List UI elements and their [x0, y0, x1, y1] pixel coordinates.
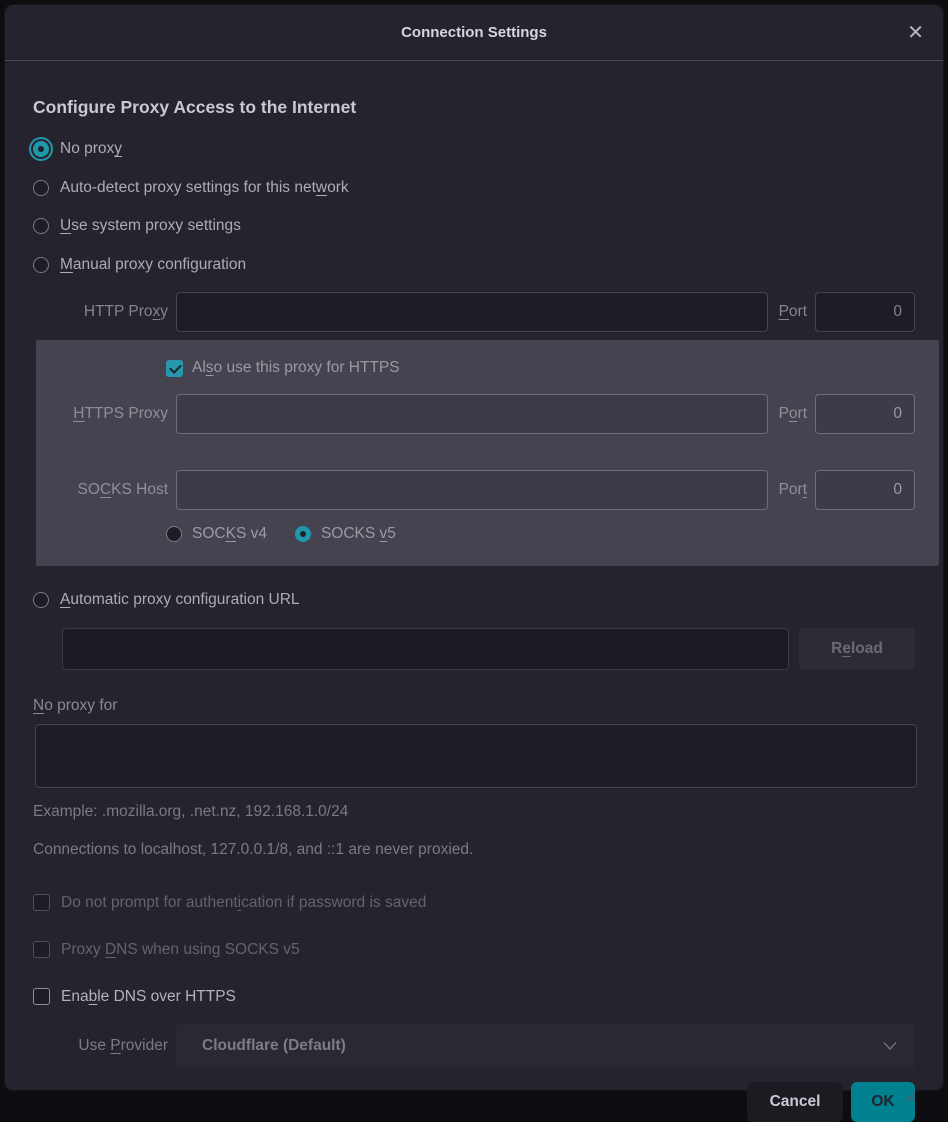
autoconfig-url-row: Reload [62, 628, 915, 670]
close-icon[interactable]: ✕ [907, 23, 924, 43]
https-port-input[interactable] [815, 394, 915, 434]
no-proxy-for-note: Connections to localhost, 127.0.0.1/8, a… [33, 841, 915, 859]
cancel-button[interactable]: Cancel [747, 1082, 843, 1122]
https-proxy-input[interactable] [176, 394, 768, 434]
radio-row-system-proxy[interactable]: Use system proxy settings [33, 207, 915, 246]
radio-autoconfig[interactable] [33, 592, 49, 608]
radio-socks-v5[interactable] [295, 526, 311, 542]
use-provider-label: Use Provider [33, 1037, 168, 1055]
proxy-dns-label: Proxy DNS when using SOCKS v5 [61, 941, 300, 959]
socks-host-input[interactable] [176, 470, 768, 510]
radio-autoconfig-label: Automatic proxy configuration URL [60, 591, 300, 609]
radio-socks-v5-label: SOCKS v5 [321, 525, 396, 543]
socks-port-label: Port [779, 481, 807, 499]
dialog-content: Configure Proxy Access to the Internet N… [5, 61, 943, 1122]
enable-doh-label: Enable DNS over HTTPS [61, 988, 236, 1006]
radio-auto-detect[interactable] [33, 180, 49, 196]
http-port-label: Port [779, 303, 807, 321]
radio-system-proxy[interactable] [33, 218, 49, 234]
no-proxy-for-textarea[interactable] [35, 724, 917, 788]
radio-manual-proxy[interactable] [33, 257, 49, 273]
radio-auto-detect-label: Auto-detect proxy settings for this netw… [60, 179, 349, 197]
no-prompt-auth-label: Do not prompt for authentication if pass… [61, 894, 426, 912]
no-prompt-auth-row: Do not prompt for authentication if pass… [33, 888, 915, 918]
radio-no-proxy-label: No proxy [60, 140, 122, 158]
no-proxy-for-example: Example: .mozilla.org, .net.nz, 192.168.… [33, 803, 915, 821]
dialog-title: Connection Settings [401, 24, 547, 41]
autoconfig-url-input[interactable] [62, 628, 789, 670]
proxy-dns-row: Proxy DNS when using SOCKS v5 [33, 935, 915, 965]
proxy-dns-checkbox [33, 941, 50, 958]
http-proxy-input[interactable] [176, 292, 768, 332]
radio-row-auto-detect[interactable]: Auto-detect proxy settings for this netw… [33, 169, 915, 208]
https-socks-highlight-section: Also use this proxy for HTTPS HTTPS Prox… [36, 340, 939, 566]
doh-provider-value: Cloudflare (Default) [202, 1037, 346, 1055]
radio-no-proxy[interactable] [33, 141, 49, 157]
no-proxy-for-label: No proxy for [33, 697, 915, 715]
resize-grip-icon[interactable] [902, 1088, 916, 1102]
enable-doh-row[interactable]: Enable DNS over HTTPS [33, 982, 915, 1012]
http-proxy-row: HTTP Proxy Port [33, 290, 915, 334]
dialog-footer: Cancel OK [33, 1082, 915, 1122]
socks-version-radios: SOCKS v4 SOCKS v5 [166, 520, 939, 548]
radio-row-autoconfig[interactable]: Automatic proxy configuration URL [33, 581, 915, 620]
http-proxy-label: HTTP Proxy [33, 303, 168, 321]
reload-button[interactable]: Reload [799, 628, 915, 670]
https-proxy-row: HTTPS Proxy Port [36, 392, 939, 436]
page-title: Configure Proxy Access to the Internet [33, 97, 915, 118]
radio-socks-v4[interactable] [166, 526, 182, 542]
radio-manual-proxy-label: Manual proxy configuration [60, 256, 246, 274]
dialog-titlebar: Connection Settings ✕ [5, 5, 943, 61]
socks-port-input[interactable] [815, 470, 915, 510]
socks-host-label: SOCKS Host [36, 481, 168, 499]
enable-doh-checkbox[interactable] [33, 988, 50, 1005]
radio-row-manual-proxy[interactable]: Manual proxy configuration [33, 246, 915, 285]
connection-settings-dialog: Connection Settings ✕ Configure Proxy Ac… [5, 5, 943, 1090]
doh-provider-row: Use Provider Cloudflare (Default) [33, 1024, 915, 1068]
also-use-https-checkbox[interactable] [166, 360, 183, 377]
socks-host-row: SOCKS Host Port [36, 468, 939, 512]
no-prompt-auth-checkbox [33, 894, 50, 911]
doh-provider-dropdown: Cloudflare (Default) [176, 1024, 915, 1068]
http-port-input[interactable] [815, 292, 915, 332]
radio-socks-v4-label: SOCKS v4 [192, 525, 267, 543]
also-use-https-label: Also use this proxy for HTTPS [192, 359, 400, 377]
also-use-https-row[interactable]: Also use this proxy for HTTPS [166, 350, 939, 386]
https-proxy-label: HTTPS Proxy [36, 405, 168, 423]
chevron-down-icon [883, 1041, 897, 1050]
radio-system-proxy-label: Use system proxy settings [60, 217, 241, 235]
https-port-label: Port [779, 405, 807, 423]
radio-row-no-proxy[interactable]: No proxy [33, 130, 915, 169]
